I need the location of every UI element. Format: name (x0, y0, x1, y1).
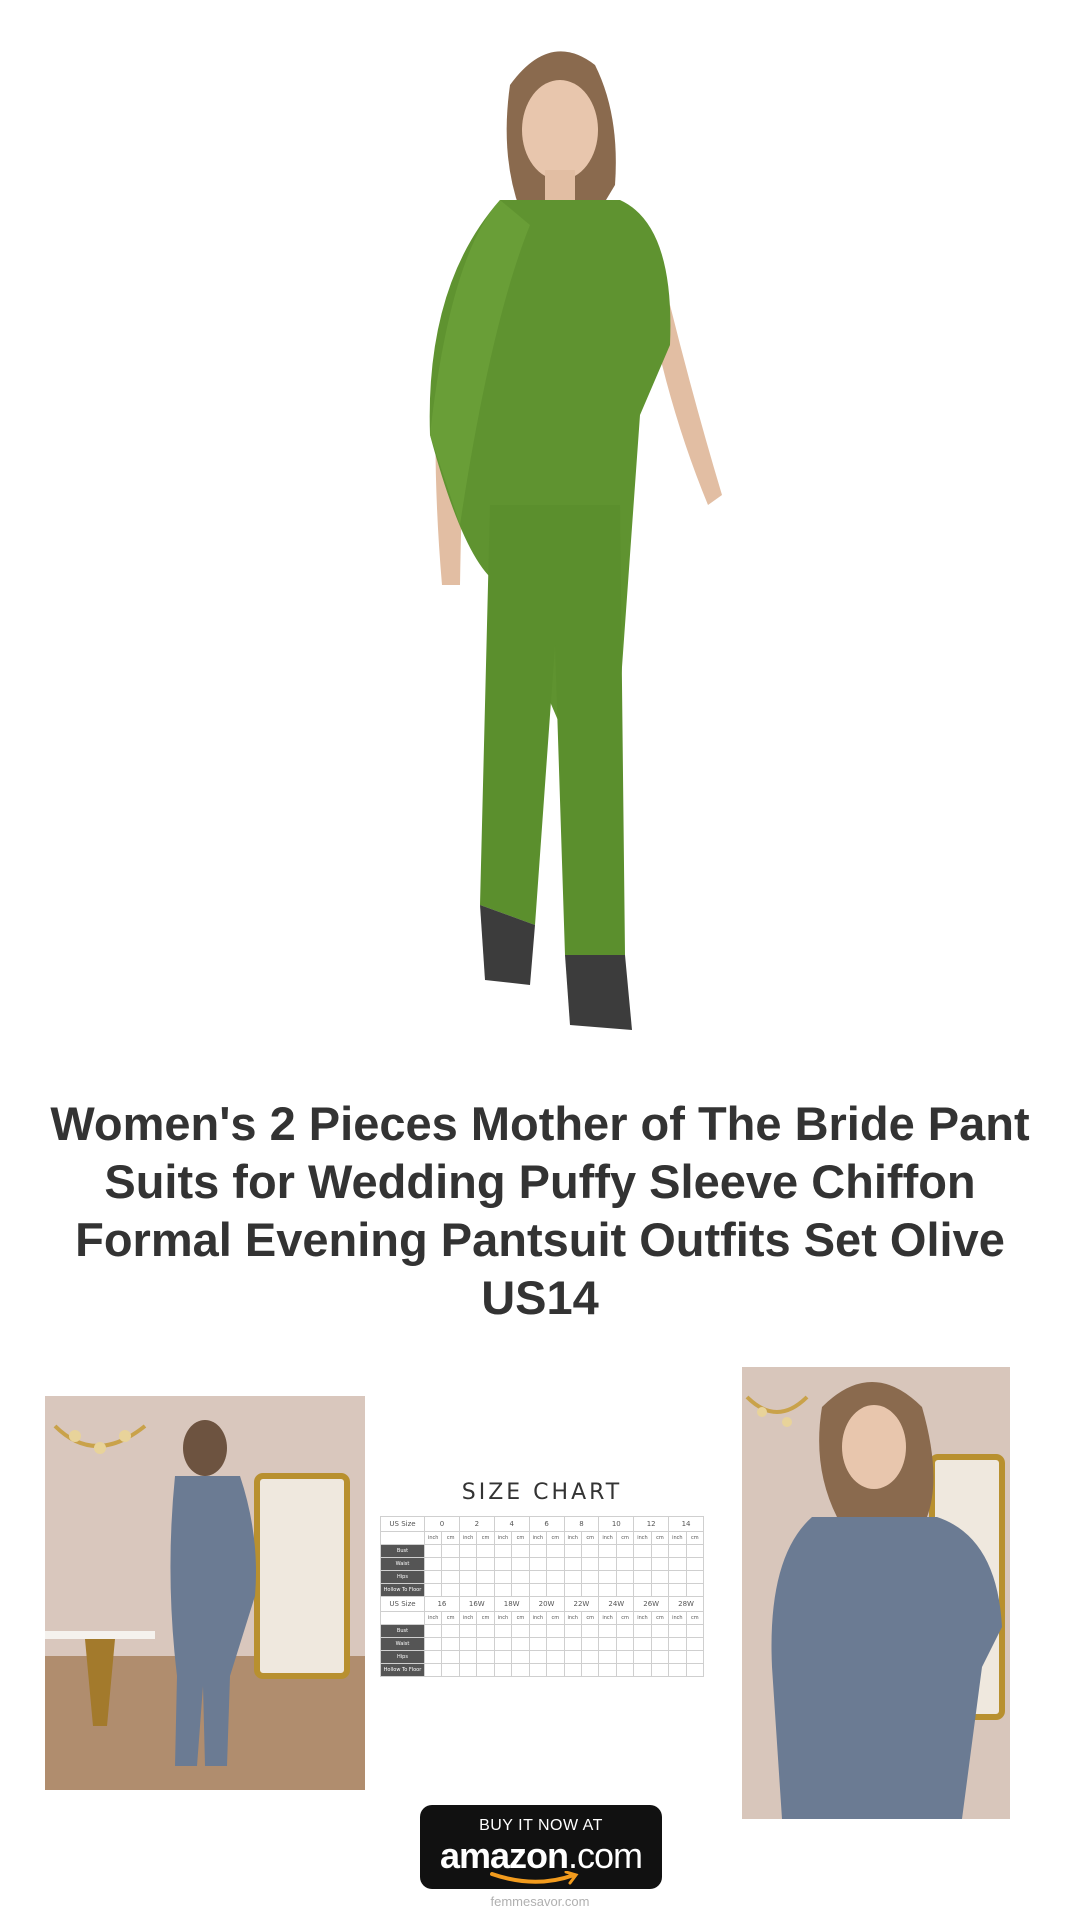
size-cell: 22W (563, 1596, 600, 1612)
unit-cell: inch (668, 1531, 687, 1545)
front-view-illustration (742, 1367, 1010, 1819)
unit-cell: cm (580, 1611, 600, 1625)
unit-cell: inch (458, 1611, 478, 1625)
size-chart: SIZE CHART US Size 0 2 4 6 8 10 12 14 in… (380, 1480, 705, 1700)
unit-cell: inch (423, 1531, 443, 1545)
size-cell: 18W (493, 1596, 530, 1612)
unit-cell: inch (633, 1531, 652, 1545)
row-label-hollow-to-floor: Hollow To Floor (380, 1583, 425, 1597)
size-cell: 20W (528, 1596, 565, 1612)
size-header: US Size (380, 1596, 425, 1612)
size-cell: 4 (493, 1516, 530, 1532)
product-title: Women's 2 Pieces Mother of The Bride Pan… (50, 1097, 1030, 1324)
back-view-illustration (45, 1396, 365, 1790)
size-cell: 24W (598, 1596, 635, 1612)
unit-cell: cm (546, 1611, 565, 1625)
unit-cell: inch (458, 1531, 478, 1545)
unit-cell: cm (546, 1531, 565, 1545)
unit-cell: inch (668, 1611, 687, 1625)
size-cell: 10 (598, 1516, 635, 1532)
main-product-image[interactable] (370, 25, 730, 1035)
row-label-bust: Bust (380, 1544, 425, 1558)
unit-cell: cm (476, 1611, 495, 1625)
size-chart-table: US Size 0 2 4 6 8 10 12 14 inch cm inch cm… (380, 1516, 705, 1677)
size-cell: 26W (633, 1596, 670, 1612)
size-cell: 6 (528, 1516, 565, 1532)
unit-cell: cm (685, 1611, 705, 1625)
row-label-hollow-to-floor: Hollow To Floor (380, 1663, 425, 1677)
unit-cell: cm (685, 1531, 705, 1545)
amazon-suffix-text: .com (568, 1835, 643, 1876)
unit-cell: cm (615, 1611, 635, 1625)
thumbnail-front-view[interactable] (742, 1367, 1010, 1819)
model-green-outfit-illustration (429, 51, 722, 1030)
unit-cell: cm (650, 1611, 670, 1625)
row-label-hips: Hips (380, 1570, 425, 1584)
size-cell: 16 (424, 1596, 460, 1612)
row-label-hips: Hips (380, 1650, 425, 1664)
unit-cell: cm (615, 1531, 635, 1545)
amazon-brand-text: amazon (439, 1835, 569, 1876)
size-cell: 14 (668, 1516, 704, 1532)
buy-it-now-label: BUY IT NOW AT (479, 1817, 603, 1834)
row-label-waist: Waist (380, 1637, 425, 1651)
unit-cell: cm (511, 1611, 530, 1625)
unit-cell: cm (580, 1531, 600, 1545)
unit-cell: cm (441, 1531, 460, 1545)
unit-cell: inch (633, 1611, 652, 1625)
size-cell: 0 (424, 1516, 460, 1532)
unit-cell: inch (493, 1611, 513, 1625)
buy-on-amazon-button[interactable]: BUY IT NOW AT amazon.com (420, 1805, 662, 1889)
unit-row: inch cm inch cm inch cm inch cm inch cm inch c… (380, 1611, 705, 1625)
size-cell: 2 (458, 1516, 495, 1532)
unit-cell: cm (441, 1611, 460, 1625)
size-cell: 28W (668, 1596, 704, 1612)
amazon-smile-icon (490, 1871, 579, 1885)
unit-cell: cm (511, 1531, 530, 1545)
unit-cell: inch (563, 1531, 582, 1545)
unit-cell: inch (528, 1531, 548, 1545)
unit-cell: cm (650, 1531, 670, 1545)
unit-cell: inch (598, 1611, 617, 1625)
row-label-bust: Bust (380, 1624, 425, 1638)
unit-cell: inch (528, 1611, 548, 1625)
footer-site-link[interactable]: femmesavor.com (0, 1894, 1080, 1909)
size-cell: 16W (458, 1596, 495, 1612)
unit-cell: inch (493, 1531, 513, 1545)
size-chart-title: SIZE CHART (461, 1480, 623, 1505)
row-label-waist: Waist (380, 1557, 425, 1571)
unit-cell: inch (563, 1611, 582, 1625)
size-cell: 8 (563, 1516, 600, 1532)
unit-cell: inch (598, 1531, 617, 1545)
unit-row: inch cm inch cm inch cm inch cm inch cm inch c… (380, 1531, 705, 1545)
unit-cell: cm (476, 1531, 495, 1545)
thumbnail-back-view[interactable] (45, 1396, 365, 1790)
size-header: US Size (380, 1516, 425, 1532)
unit-cell: inch (423, 1611, 443, 1625)
size-cell: 12 (633, 1516, 670, 1532)
